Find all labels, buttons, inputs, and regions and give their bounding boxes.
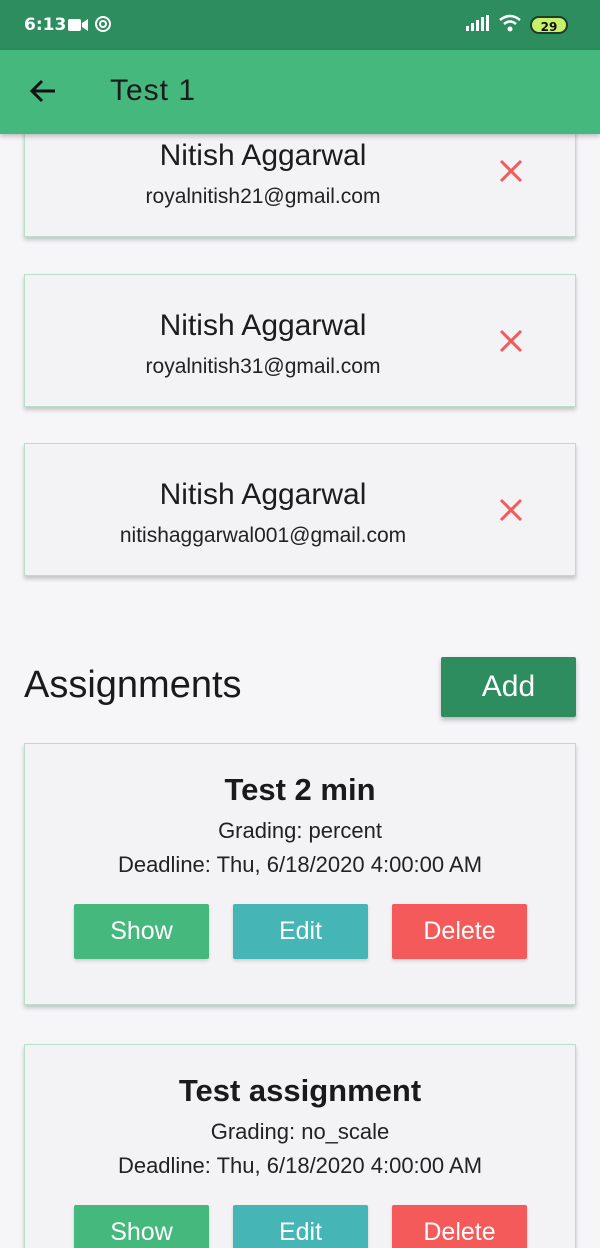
assignment-deadline: Deadline: Thu, 6/18/2020 4:00:00 AM xyxy=(117,852,483,877)
edit-button[interactable]: Edit xyxy=(233,904,368,959)
wifi-icon xyxy=(498,14,522,36)
member-email: royalnitish21@gmail.com xyxy=(145,185,381,208)
close-icon xyxy=(497,498,525,528)
signal-icon xyxy=(466,15,490,35)
video-camera-icon xyxy=(68,17,88,36)
member-name: Nitish Aggarwal xyxy=(159,309,367,342)
back-button[interactable] xyxy=(26,76,60,110)
assignments-heading: Assignments xyxy=(24,664,242,706)
arrow-left-icon xyxy=(29,77,57,109)
show-button[interactable]: Show xyxy=(74,1205,209,1248)
member-card: Nitish Aggarwal royalnitish31@gmail.com xyxy=(24,274,576,407)
status-time: 6:13 xyxy=(24,15,67,35)
assignment-title: Test 2 min xyxy=(224,772,376,807)
add-assignment-button[interactable]: Add xyxy=(441,657,576,717)
close-icon xyxy=(497,329,525,359)
assignment-card: Test assignment Grading: no_scale Deadli… xyxy=(24,1044,576,1248)
assignment-title: Test assignment xyxy=(178,1073,422,1108)
member-name: Nitish Aggarwal xyxy=(159,139,367,172)
app-bar: Test 1 xyxy=(0,50,600,134)
member-email: nitishaggarwal001@gmail.com xyxy=(119,524,407,547)
assignment-grading: Grading: percent xyxy=(218,818,382,843)
delete-button[interactable]: Delete xyxy=(392,904,527,959)
sync-icon xyxy=(94,15,112,37)
member-card: Nitish Aggarwal royalnitish21@gmail.com xyxy=(24,134,576,237)
edit-button[interactable]: Edit xyxy=(233,1205,368,1248)
assignment-card: Test 2 min Grading: percent Deadline: Th… xyxy=(24,743,576,1005)
content-scroll[interactable]: Nitish Aggarwal royalnitish21@gmail.com … xyxy=(0,134,600,1248)
remove-member-button[interactable] xyxy=(497,496,525,524)
remove-member-button[interactable] xyxy=(497,327,525,355)
member-name: Nitish Aggarwal xyxy=(159,478,367,511)
status-bar: 6:13 29 xyxy=(0,0,600,50)
delete-button[interactable]: Delete xyxy=(392,1205,527,1248)
show-button[interactable]: Show xyxy=(74,904,209,959)
member-email: royalnitish31@gmail.com xyxy=(145,355,381,378)
battery-icon: 29 xyxy=(530,16,568,34)
remove-member-button[interactable] xyxy=(497,157,525,185)
page-title: Test 1 xyxy=(110,74,197,107)
assignment-grading: Grading: no_scale xyxy=(210,1119,390,1144)
assignment-deadline: Deadline: Thu, 6/18/2020 4:00:00 AM xyxy=(117,1153,483,1178)
member-card: Nitish Aggarwal nitishaggarwal001@gmail.… xyxy=(24,443,576,576)
close-icon xyxy=(497,159,525,189)
